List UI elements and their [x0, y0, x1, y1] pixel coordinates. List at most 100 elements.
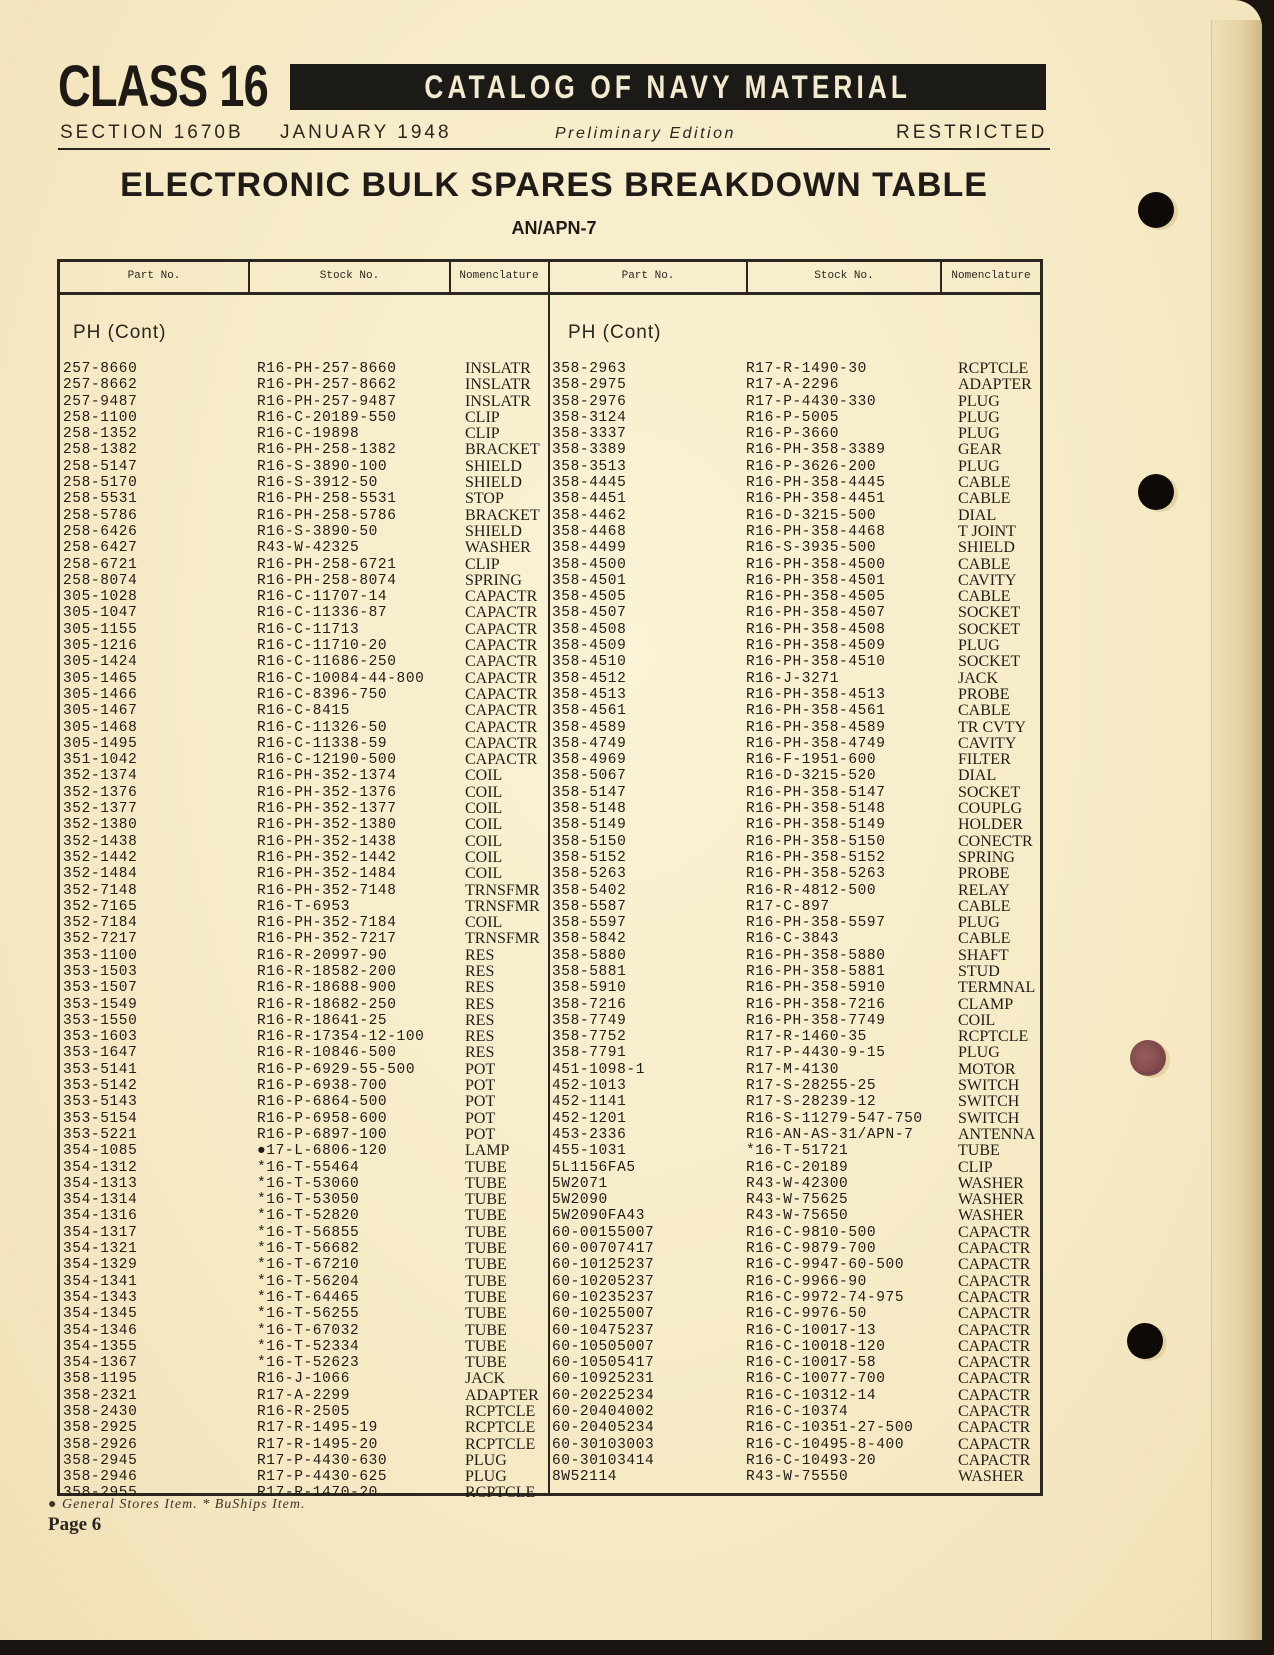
part-no-cell: 354-1316 [63, 1208, 138, 1225]
part-no-cell: 353-1507 [63, 980, 138, 997]
stock-no-cell: R16-PH-358-4509 [746, 638, 886, 655]
stock-no-cell: R16-PH-358-4507 [746, 605, 886, 622]
edition-label: Preliminary Edition [555, 125, 736, 142]
stock-no-cell: R16-S-3890-100 [257, 458, 388, 475]
nomenclature-cell: RCPTCLE [958, 1028, 1029, 1046]
stock-no-cell: R16-PH-358-3389 [746, 442, 886, 459]
nomenclature-cell: CAPACTR [465, 653, 538, 671]
stock-no-cell: R16-C-8415 [257, 703, 351, 720]
stock-no-cell: R17-P-4430-630 [257, 1452, 388, 1469]
table-row: 451-1098-1 R17-M-4130 MOTOR [550, 1061, 1040, 1078]
stock-no-cell: R16-C-10312-14 [746, 1387, 877, 1404]
header-nomenclature: Nomenclature [459, 270, 539, 282]
part-no-cell: 258-6427 [63, 540, 138, 557]
part-no-cell: 305-1466 [63, 686, 138, 703]
table-row: 353-1549 R16-R-18682-250 RES [63, 996, 548, 1013]
header-nomenclature: Nomenclature [951, 270, 1031, 282]
nomenclature-cell: CAPACTR [465, 669, 538, 687]
nomenclature-cell: POT [465, 1125, 496, 1143]
part-no-cell: 358-3513 [552, 458, 627, 475]
table-row: 358-5880 R16-PH-358-5880 SHAFT [550, 947, 1040, 964]
table-row: 60-10255007 R16-C-9976-50 CAPACTR [550, 1306, 1040, 1323]
table-row: 358-4508 R16-PH-358-4508 SOCKET [550, 621, 1040, 638]
nomenclature-cell: PLUG [958, 392, 1000, 410]
part-no-cell: 353-1550 [63, 1012, 138, 1029]
table-row: 354-1345 *16-T-56255 TUBE [63, 1306, 548, 1323]
part-no-cell: 452-1013 [552, 1078, 627, 1095]
binder-hole [1130, 1040, 1166, 1076]
table-row: 358-3389 R16-PH-358-3389 GEAR [550, 441, 1040, 459]
stock-no-cell: R16-C-10017-13 [746, 1322, 877, 1339]
part-no-cell: 358-4561 [552, 703, 627, 720]
subheader: SECTION 1670B JANUARY 1948 Preliminary E… [58, 120, 1050, 150]
table-row: 258-6721 R16-PH-258-6721 CLIP [63, 555, 548, 573]
table-row: 358-4509 R16-PH-358-4509 PLUG [550, 638, 1040, 655]
part-no-cell: 352-1438 [63, 833, 138, 850]
table-row: 60-20405234 R16-C-10351-27-500 CAPACTR [550, 1420, 1040, 1437]
table-row: 352-1377 R16-PH-352-1377 COIL [63, 801, 548, 818]
table-row: 257-8660 R16-PH-257-8660 INSLATR [63, 361, 548, 378]
stock-no-cell: R16-PH-358-4510 [746, 654, 886, 671]
nomenclature-cell: RCPTCLE [958, 360, 1029, 377]
table-row: 354-1316 *16-T-52820 TUBE [63, 1208, 548, 1225]
stock-no-cell: R16-PH-358-5149 [746, 817, 886, 834]
footnote: ● General Stores Item. * BuShips Item. [48, 1497, 306, 1512]
nomenclature-cell: SHIELD [465, 474, 522, 492]
nomenclature-cell: ADAPTER [465, 1386, 539, 1404]
stock-no-cell: R16-P-6938-700 [257, 1078, 388, 1095]
stock-no-cell: R17-M-4130 [746, 1061, 840, 1078]
part-no-cell: 60-10255007 [552, 1306, 655, 1323]
stock-no-cell: R16-C-10351-27-500 [746, 1420, 914, 1437]
part-no-cell: 353-5141 [63, 1061, 138, 1078]
stock-no-cell: R17-P-4430-625 [257, 1469, 388, 1486]
table-row: 352-1442 R16-PH-352-1442 COIL [63, 849, 548, 866]
class-label: CLASS 16 [58, 54, 269, 119]
part-no-cell: 258-5786 [63, 507, 138, 524]
part-no-cell: 60-10125237 [552, 1257, 655, 1274]
part-no-cell: 258-6426 [63, 523, 138, 540]
nomenclature-cell: CAPACTR [958, 1337, 1031, 1355]
nomenclature-cell: COIL [465, 832, 503, 850]
nomenclature-cell: TUBE [465, 1321, 507, 1339]
stock-no-cell: R16-D-3215-500 [746, 507, 877, 524]
nomenclature-cell: CABLE [958, 490, 1011, 508]
table-row: 358-5149 R16-PH-358-5149 HOLDER [550, 817, 1040, 834]
nomenclature-cell: WASHER [958, 1468, 1024, 1486]
nomenclature-cell: RCPTCLE [465, 1435, 536, 1453]
stock-no-cell: ●17-L-6806-120 [257, 1143, 388, 1160]
nomenclature-cell: INSLATR [465, 376, 531, 394]
table-row: 353-1100 R16-R-20997-90 RES [63, 947, 548, 964]
nomenclature-cell: CAPACTR [958, 1321, 1031, 1339]
table-row: 258-5786 R16-PH-258-5786 BRACKET [63, 507, 548, 524]
stock-no-cell: R16-C-12190-500 [257, 752, 397, 769]
table-row: 358-3337 R16-P-3660 PLUG [550, 426, 1040, 443]
nomenclature-cell: JACK [465, 1370, 506, 1388]
nomenclature-cell: CLIP [465, 555, 500, 573]
part-no-cell: 358-4513 [552, 686, 627, 703]
nomenclature-cell: TUBE [465, 1337, 507, 1355]
stock-no-cell: *16-T-56855 [257, 1224, 360, 1241]
part-no-cell: 354-1329 [63, 1257, 138, 1274]
part-no-cell: 358-4505 [552, 589, 627, 606]
nomenclature-cell: CAPACTR [465, 620, 538, 638]
part-no-cell: 257-8662 [63, 377, 138, 394]
table-row: 354-1355 *16-T-52334 TUBE [63, 1337, 548, 1355]
header-part-no: Part No. [127, 270, 181, 282]
part-no-cell: 5W2090 [552, 1192, 608, 1209]
nomenclature-cell: STUD [958, 962, 1000, 980]
stock-no-cell: R16-C-10374 [746, 1404, 849, 1420]
stock-no-cell: R16-R-18582-200 [257, 963, 397, 980]
part-no-cell: 60-10505007 [552, 1338, 655, 1355]
nomenclature-cell: T JOINT [958, 522, 1016, 540]
stock-no-cell: R16-PH-352-7184 [257, 915, 397, 932]
nomenclature-cell: GEAR [958, 441, 1002, 459]
stock-no-cell: R16-P-6958-600 [257, 1110, 388, 1127]
part-no-cell: 352-1484 [63, 866, 138, 883]
stock-no-cell: R16-S-3890-50 [257, 523, 378, 540]
right-rows: 358-2963 R17-R-1490-30 RCPTCLE 358-2975 R17-… [550, 360, 1040, 1486]
table-row: 358-2430 R16-R-2505 RCPTCLE [63, 1404, 548, 1421]
stock-no-cell: R43-W-75550 [746, 1469, 849, 1486]
table-row: 358-4451 R16-PH-358-4451 CABLE [550, 490, 1040, 508]
table-row: 358-5152 R16-PH-358-5152 SPRING [550, 849, 1040, 866]
nomenclature-cell: PLUG [958, 408, 1000, 426]
